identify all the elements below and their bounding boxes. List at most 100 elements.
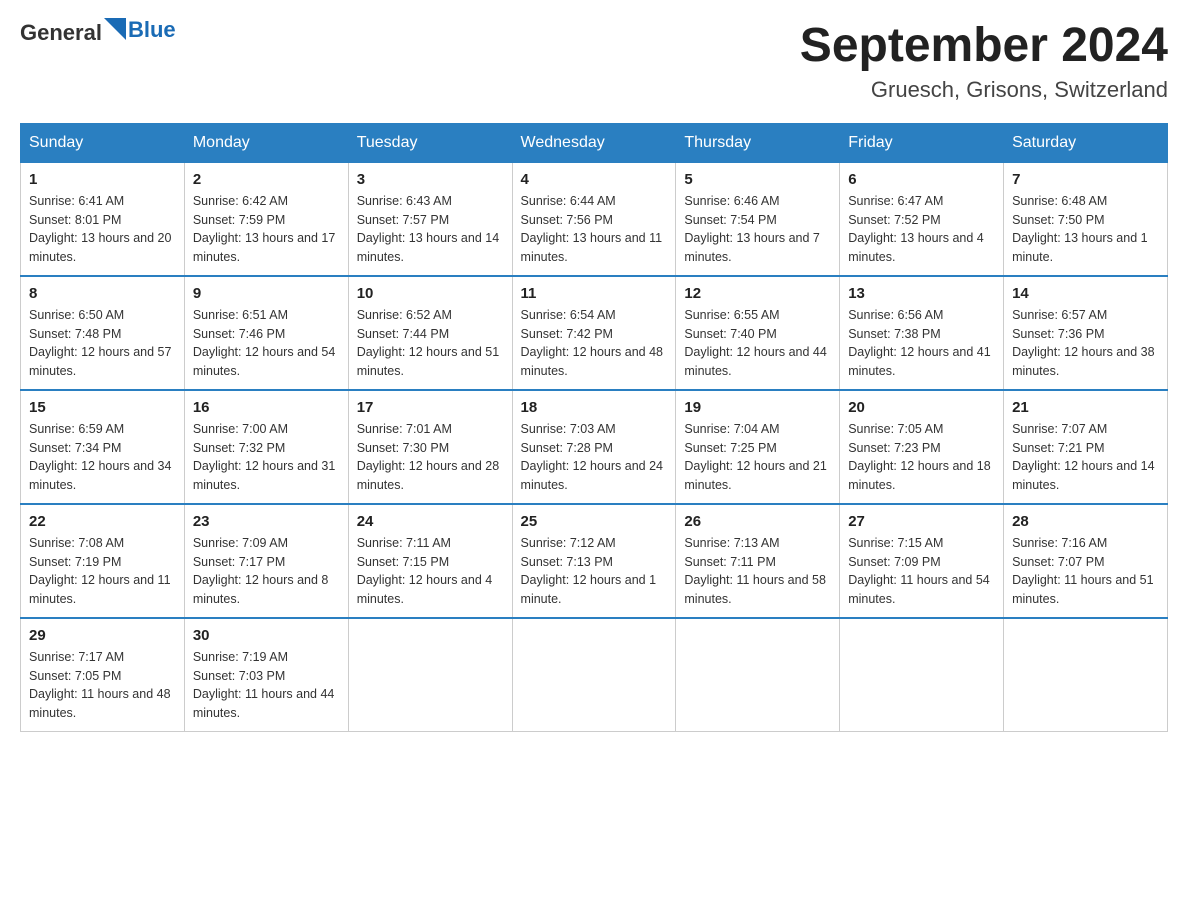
title-section: September 2024 Gruesch, Grisons, Switzer… — [800, 20, 1168, 103]
col-wednesday: Wednesday — [512, 123, 676, 162]
table-row: 20 Sunrise: 7:05 AM Sunset: 7:23 PM Dayl… — [840, 390, 1004, 504]
table-row: 22 Sunrise: 7:08 AM Sunset: 7:19 PM Dayl… — [21, 504, 185, 618]
day-info: Sunrise: 7:15 AM Sunset: 7:09 PM Dayligh… — [848, 534, 995, 609]
day-number: 20 — [848, 399, 995, 416]
day-number: 6 — [848, 171, 995, 188]
table-row — [676, 618, 840, 732]
day-info: Sunrise: 6:43 AM Sunset: 7:57 PM Dayligh… — [357, 192, 504, 267]
table-row: 25 Sunrise: 7:12 AM Sunset: 7:13 PM Dayl… — [512, 504, 676, 618]
day-info: Sunrise: 7:19 AM Sunset: 7:03 PM Dayligh… — [193, 648, 340, 723]
sunrise-text: Sunrise: 6:57 AM — [1012, 308, 1107, 322]
col-sunday: Sunday — [21, 123, 185, 162]
day-number: 24 — [357, 513, 504, 530]
day-number: 22 — [29, 513, 176, 530]
day-info: Sunrise: 6:41 AM Sunset: 8:01 PM Dayligh… — [29, 192, 176, 267]
sunrise-text: Sunrise: 6:52 AM — [357, 308, 452, 322]
table-row — [348, 618, 512, 732]
calendar-table: Sunday Monday Tuesday Wednesday Thursday… — [20, 123, 1168, 732]
day-number: 7 — [1012, 171, 1159, 188]
sunset-text: Sunset: 7:46 PM — [193, 327, 285, 341]
day-info: Sunrise: 7:00 AM Sunset: 7:32 PM Dayligh… — [193, 420, 340, 495]
sunset-text: Sunset: 7:09 PM — [848, 555, 940, 569]
table-row: 27 Sunrise: 7:15 AM Sunset: 7:09 PM Dayl… — [840, 504, 1004, 618]
location-title: Gruesch, Grisons, Switzerland — [800, 77, 1168, 103]
table-row: 15 Sunrise: 6:59 AM Sunset: 7:34 PM Dayl… — [21, 390, 185, 504]
day-info: Sunrise: 6:54 AM Sunset: 7:42 PM Dayligh… — [521, 306, 668, 381]
day-number: 21 — [1012, 399, 1159, 416]
day-info: Sunrise: 7:07 AM Sunset: 7:21 PM Dayligh… — [1012, 420, 1159, 495]
sunrise-text: Sunrise: 7:05 AM — [848, 422, 943, 436]
daylight-text: Daylight: 11 hours and 51 minutes. — [1012, 573, 1154, 606]
daylight-text: Daylight: 12 hours and 31 minutes. — [193, 459, 335, 492]
daylight-text: Daylight: 12 hours and 8 minutes. — [193, 573, 329, 606]
sunrise-text: Sunrise: 6:42 AM — [193, 194, 288, 208]
month-title: September 2024 — [800, 20, 1168, 73]
day-info: Sunrise: 6:46 AM Sunset: 7:54 PM Dayligh… — [684, 192, 831, 267]
day-info: Sunrise: 7:08 AM Sunset: 7:19 PM Dayligh… — [29, 534, 176, 609]
col-friday: Friday — [840, 123, 1004, 162]
table-row: 19 Sunrise: 7:04 AM Sunset: 7:25 PM Dayl… — [676, 390, 840, 504]
daylight-text: Daylight: 13 hours and 11 minutes. — [521, 231, 663, 264]
sunset-text: Sunset: 7:57 PM — [357, 213, 449, 227]
sunrise-text: Sunrise: 7:11 AM — [357, 536, 451, 550]
day-info: Sunrise: 6:47 AM Sunset: 7:52 PM Dayligh… — [848, 192, 995, 267]
sunset-text: Sunset: 7:52 PM — [848, 213, 940, 227]
day-info: Sunrise: 6:42 AM Sunset: 7:59 PM Dayligh… — [193, 192, 340, 267]
sunset-text: Sunset: 7:32 PM — [193, 441, 285, 455]
sunset-text: Sunset: 7:40 PM — [684, 327, 776, 341]
calendar-week-row: 22 Sunrise: 7:08 AM Sunset: 7:19 PM Dayl… — [21, 504, 1168, 618]
day-number: 27 — [848, 513, 995, 530]
table-row: 5 Sunrise: 6:46 AM Sunset: 7:54 PM Dayli… — [676, 162, 840, 276]
calendar-week-row: 8 Sunrise: 6:50 AM Sunset: 7:48 PM Dayli… — [21, 276, 1168, 390]
day-number: 29 — [29, 627, 176, 644]
day-info: Sunrise: 7:17 AM Sunset: 7:05 PM Dayligh… — [29, 648, 176, 723]
day-info: Sunrise: 6:55 AM Sunset: 7:40 PM Dayligh… — [684, 306, 831, 381]
sunrise-text: Sunrise: 6:59 AM — [29, 422, 124, 436]
sunset-text: Sunset: 7:19 PM — [29, 555, 121, 569]
table-row: 17 Sunrise: 7:01 AM Sunset: 7:30 PM Dayl… — [348, 390, 512, 504]
daylight-text: Daylight: 12 hours and 24 minutes. — [521, 459, 663, 492]
calendar-week-row: 15 Sunrise: 6:59 AM Sunset: 7:34 PM Dayl… — [21, 390, 1168, 504]
day-info: Sunrise: 6:44 AM Sunset: 7:56 PM Dayligh… — [521, 192, 668, 267]
daylight-text: Daylight: 13 hours and 17 minutes. — [193, 231, 335, 264]
table-row: 3 Sunrise: 6:43 AM Sunset: 7:57 PM Dayli… — [348, 162, 512, 276]
sunset-text: Sunset: 7:23 PM — [848, 441, 940, 455]
day-info: Sunrise: 7:12 AM Sunset: 7:13 PM Dayligh… — [521, 534, 668, 609]
sunset-text: Sunset: 7:34 PM — [29, 441, 121, 455]
col-thursday: Thursday — [676, 123, 840, 162]
table-row: 11 Sunrise: 6:54 AM Sunset: 7:42 PM Dayl… — [512, 276, 676, 390]
sunset-text: Sunset: 7:54 PM — [684, 213, 776, 227]
day-number: 15 — [29, 399, 176, 416]
sunset-text: Sunset: 8:01 PM — [29, 213, 121, 227]
sunrise-text: Sunrise: 7:09 AM — [193, 536, 288, 550]
daylight-text: Daylight: 12 hours and 57 minutes. — [29, 345, 171, 378]
day-number: 2 — [193, 171, 340, 188]
sunset-text: Sunset: 7:50 PM — [1012, 213, 1104, 227]
day-number: 1 — [29, 171, 176, 188]
sunrise-text: Sunrise: 6:48 AM — [1012, 194, 1107, 208]
day-number: 19 — [684, 399, 831, 416]
day-number: 3 — [357, 171, 504, 188]
table-row: 6 Sunrise: 6:47 AM Sunset: 7:52 PM Dayli… — [840, 162, 1004, 276]
sunrise-text: Sunrise: 6:54 AM — [521, 308, 616, 322]
table-row: 2 Sunrise: 6:42 AM Sunset: 7:59 PM Dayli… — [184, 162, 348, 276]
sunset-text: Sunset: 7:13 PM — [521, 555, 613, 569]
day-number: 16 — [193, 399, 340, 416]
table-row — [840, 618, 1004, 732]
sunrise-text: Sunrise: 6:41 AM — [29, 194, 124, 208]
daylight-text: Daylight: 12 hours and 11 minutes. — [29, 573, 171, 606]
table-row: 14 Sunrise: 6:57 AM Sunset: 7:36 PM Dayl… — [1004, 276, 1168, 390]
table-row: 1 Sunrise: 6:41 AM Sunset: 8:01 PM Dayli… — [21, 162, 185, 276]
sunrise-text: Sunrise: 6:43 AM — [357, 194, 452, 208]
table-row — [512, 618, 676, 732]
daylight-text: Daylight: 11 hours and 44 minutes. — [193, 687, 335, 720]
day-info: Sunrise: 6:48 AM Sunset: 7:50 PM Dayligh… — [1012, 192, 1159, 267]
sunrise-text: Sunrise: 7:19 AM — [193, 650, 288, 664]
sunrise-text: Sunrise: 7:12 AM — [521, 536, 616, 550]
sunrise-text: Sunrise: 7:07 AM — [1012, 422, 1107, 436]
day-info: Sunrise: 7:16 AM Sunset: 7:07 PM Dayligh… — [1012, 534, 1159, 609]
sunrise-text: Sunrise: 6:50 AM — [29, 308, 124, 322]
sunset-text: Sunset: 7:42 PM — [521, 327, 613, 341]
sunrise-text: Sunrise: 7:01 AM — [357, 422, 452, 436]
sunset-text: Sunset: 7:25 PM — [684, 441, 776, 455]
